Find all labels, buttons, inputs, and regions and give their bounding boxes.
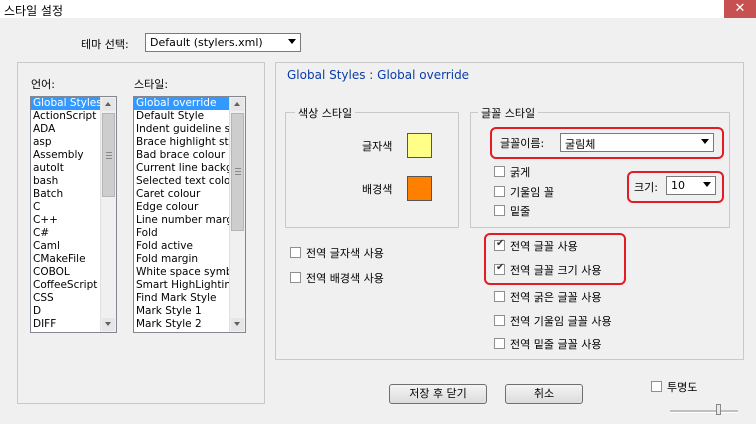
fg-color-swatch[interactable] bbox=[407, 133, 432, 158]
scroll-up-icon[interactable] bbox=[102, 98, 115, 111]
global-fg-label: 전역 글자색 사용 bbox=[306, 247, 384, 260]
italic-label: 기울임 꼴 bbox=[510, 186, 554, 199]
global-underline-label: 전역 밑줄 글꼴 사용 bbox=[510, 338, 602, 351]
global-italic-label: 전역 기울임 글꼴 사용 bbox=[510, 315, 612, 328]
window-title: 스타일 설정 bbox=[4, 4, 64, 18]
bold-label: 굵게 bbox=[510, 166, 531, 179]
global-bg-checkbox[interactable] bbox=[290, 272, 301, 283]
scroll-down-icon[interactable] bbox=[102, 318, 115, 331]
global-bold-checkbox[interactable] bbox=[494, 291, 505, 302]
scroll-down-icon[interactable] bbox=[231, 318, 244, 331]
style-header: Global Styles : Global override bbox=[287, 68, 470, 82]
transparency-slider-handle[interactable] bbox=[716, 404, 721, 415]
font-group-label: 글꼴 스타일 bbox=[478, 105, 539, 121]
font-size-label: 크기: bbox=[634, 181, 658, 194]
bg-color-swatch[interactable] bbox=[407, 176, 432, 201]
style-list[interactable]: Global override Default Style Indent guide… bbox=[133, 96, 246, 333]
scroll-thumb[interactable] bbox=[231, 113, 244, 231]
italic-checkbox[interactable] bbox=[494, 186, 505, 197]
style-label: 스타일: bbox=[134, 78, 169, 91]
fg-color-label: 글자색 bbox=[362, 140, 393, 153]
style-scrollbar[interactable] bbox=[229, 97, 245, 332]
chevron-down-icon bbox=[703, 182, 711, 187]
global-size-checkbox[interactable] bbox=[494, 262, 505, 275]
transparency-label: 투명도 bbox=[667, 381, 698, 394]
chevron-down-icon bbox=[288, 39, 296, 44]
color-style-group bbox=[285, 112, 459, 228]
underline-label: 밑줄 bbox=[510, 205, 531, 218]
language-label: 언어: bbox=[31, 78, 55, 91]
font-name-value: 굴림체 bbox=[565, 138, 596, 151]
global-bold-label: 전역 굵은 글꼴 사용 bbox=[510, 291, 602, 304]
save-close-button[interactable]: 저장 후 닫기 bbox=[389, 384, 487, 404]
scroll-thumb[interactable] bbox=[102, 113, 115, 197]
font-size-value: 10 bbox=[671, 179, 685, 192]
global-fg-checkbox[interactable] bbox=[290, 247, 301, 258]
transparency-checkbox[interactable] bbox=[651, 381, 662, 392]
color-group-label: 색상 스타일 bbox=[295, 105, 356, 121]
bold-checkbox[interactable] bbox=[494, 166, 505, 177]
global-italic-checkbox[interactable] bbox=[494, 315, 505, 326]
cancel-button[interactable]: 취소 bbox=[505, 384, 583, 404]
global-font-checkbox[interactable] bbox=[494, 238, 505, 251]
global-bg-label: 전역 배경색 사용 bbox=[306, 272, 384, 285]
global-font-label: 전역 글꼴 사용 bbox=[510, 240, 578, 253]
global-size-label: 전역 글꼴 크기 사용 bbox=[510, 264, 602, 277]
global-underline-checkbox[interactable] bbox=[494, 338, 505, 349]
language-scrollbar[interactable] bbox=[100, 97, 116, 332]
bg-color-label: 배경색 bbox=[362, 183, 393, 196]
font-name-select[interactable]: 굴림체 bbox=[560, 133, 714, 152]
theme-select[interactable]: Default (stylers.xml) bbox=[145, 33, 301, 52]
font-name-label: 글꼴이름: bbox=[500, 137, 545, 150]
underline-checkbox[interactable] bbox=[494, 205, 505, 216]
close-button[interactable]: ✕ bbox=[724, 0, 756, 18]
chevron-down-icon bbox=[701, 139, 709, 144]
theme-label: 테마 선택: bbox=[81, 38, 129, 51]
transparency-slider-track[interactable] bbox=[670, 410, 738, 413]
theme-select-value: Default (stylers.xml) bbox=[150, 36, 263, 49]
scroll-up-icon[interactable] bbox=[231, 98, 244, 111]
language-list[interactable]: Global Styles ActionScript ADA asp Assembly a… bbox=[30, 96, 117, 333]
title-bar: 스타일 설정 ✕ bbox=[0, 0, 756, 19]
font-size-select[interactable]: 10 bbox=[666, 176, 716, 195]
